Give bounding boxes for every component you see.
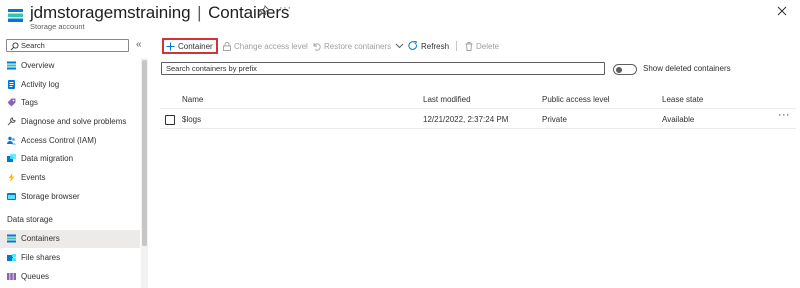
change-access-level-button[interactable]: Change access level (223, 38, 308, 54)
access-level-value: Private (542, 115, 567, 124)
pin-icon[interactable] (258, 5, 270, 17)
row-more-icon[interactable]: ··· (778, 109, 790, 121)
containers-icon (7, 234, 16, 243)
menu-search-placeholder: Search (21, 41, 45, 50)
more-options-icon[interactable]: ··· (279, 2, 292, 14)
show-deleted-toggle[interactable] (613, 64, 637, 75)
refresh-label: Refresh (421, 41, 450, 51)
wrench-icon (7, 117, 16, 126)
row-divider (160, 128, 796, 129)
column-header-name[interactable]: Name (182, 95, 203, 104)
column-header-last-modified[interactable]: Last modified (423, 95, 471, 104)
menu-scrollbar-thumb[interactable] (142, 60, 147, 246)
column-header-lease-state[interactable]: Lease state (662, 95, 703, 104)
people-icon (7, 136, 16, 145)
sidebar-item-label: Diagnose and solve problems (21, 117, 127, 126)
container-prefix-search[interactable] (161, 62, 605, 75)
sidebar-item-label: Activity log (21, 80, 60, 89)
container-prefix-input[interactable] (162, 63, 604, 74)
lock-icon (223, 41, 231, 51)
restore-containers-button[interactable]: Restore containers (312, 38, 404, 54)
sidebar-item-activity-log[interactable]: Activity log (0, 76, 140, 94)
delete-label: Delete (476, 41, 500, 51)
undo-icon (313, 42, 321, 51)
sidebar-item-tags[interactable]: Tags (0, 94, 140, 112)
title-separator: | (197, 3, 202, 22)
sidebar-item-file-shares[interactable]: File shares (0, 249, 140, 267)
toggle-knob (616, 66, 622, 73)
lightning-icon (8, 173, 15, 182)
collapse-menu-icon[interactable]: « (136, 39, 142, 50)
close-icon[interactable] (776, 5, 788, 17)
sidebar-item-iam[interactable]: Access Control (IAM) (0, 132, 140, 150)
refresh-button[interactable]: Refresh (408, 38, 449, 54)
command-bar: Container Change access level Restore co… (160, 36, 800, 56)
sidebar-item-label: Storage browser (21, 192, 80, 201)
sidebar-item-queues[interactable]: Queues (0, 268, 140, 286)
tag-icon (7, 98, 16, 107)
sidebar-item-label: Overview (21, 61, 55, 70)
column-header-access-level[interactable]: Public access level (542, 95, 610, 104)
sidebar-item-label: Tags (21, 98, 38, 107)
queues-icon (7, 273, 16, 280)
sidebar-item-label: Containers (21, 234, 60, 243)
sidebar-item-overview[interactable]: Overview (0, 57, 140, 75)
refresh-icon (408, 41, 418, 50)
sidebar-item-label: Data migration (21, 154, 74, 163)
show-deleted-label: Show deleted containers (643, 64, 731, 73)
sidebar-item-storage-browser[interactable]: Storage browser (0, 188, 140, 206)
plus-icon (166, 42, 175, 50)
add-container-label: Container (178, 41, 213, 51)
menu-search-input[interactable]: Search (6, 39, 129, 52)
page-title: jdmstoragemstraining | Containers (30, 3, 289, 23)
sidebar-item-data-migration[interactable]: Data migration (0, 150, 140, 168)
change-access-level-label: Change access level (234, 41, 308, 51)
trash-icon (465, 41, 473, 51)
delete-button[interactable]: Delete (465, 38, 499, 54)
search-icon (10, 42, 19, 51)
page-name: Containers (208, 3, 290, 22)
activity-log-icon (8, 80, 15, 89)
row-checkbox[interactable] (165, 115, 175, 125)
sidebar-item-label: File shares (21, 253, 61, 262)
sidebar-item-events[interactable]: Events (0, 169, 140, 187)
lease-state-value: Available (662, 115, 695, 124)
sidebar-item-label: Events (21, 173, 46, 182)
add-container-button[interactable]: Container (162, 38, 218, 54)
restore-containers-label: Restore containers (324, 41, 392, 51)
last-modified-value: 12/21/2022, 2:37:24 PM (423, 115, 509, 124)
storage-overview-icon (7, 61, 16, 70)
resource-menu: Search « Overview Activity log Tags Diag… (0, 36, 150, 288)
page-header: jdmstoragemstraining | Containers Storag… (0, 0, 800, 36)
storage-account-icon (8, 9, 23, 22)
chevron-down-icon (395, 43, 404, 49)
sidebar-item-containers[interactable]: Containers (0, 230, 140, 248)
sidebar-item-diagnose[interactable]: Diagnose and solve problems (0, 113, 140, 131)
container-name-link[interactable]: $logs (182, 115, 201, 124)
migration-icon (7, 154, 16, 162)
sidebar-item-label: Access Control (IAM) (21, 136, 97, 145)
storage-browser-icon (7, 193, 16, 200)
header-divider (160, 108, 796, 109)
sidebar-item-label: Queues (21, 272, 50, 281)
toolbar-divider (456, 41, 457, 51)
resource-type: Storage account (30, 22, 85, 31)
section-header-data-storage: Data storage (7, 215, 53, 224)
file-shares-icon (7, 254, 16, 261)
resource-name: jdmstoragemstraining (30, 3, 191, 22)
